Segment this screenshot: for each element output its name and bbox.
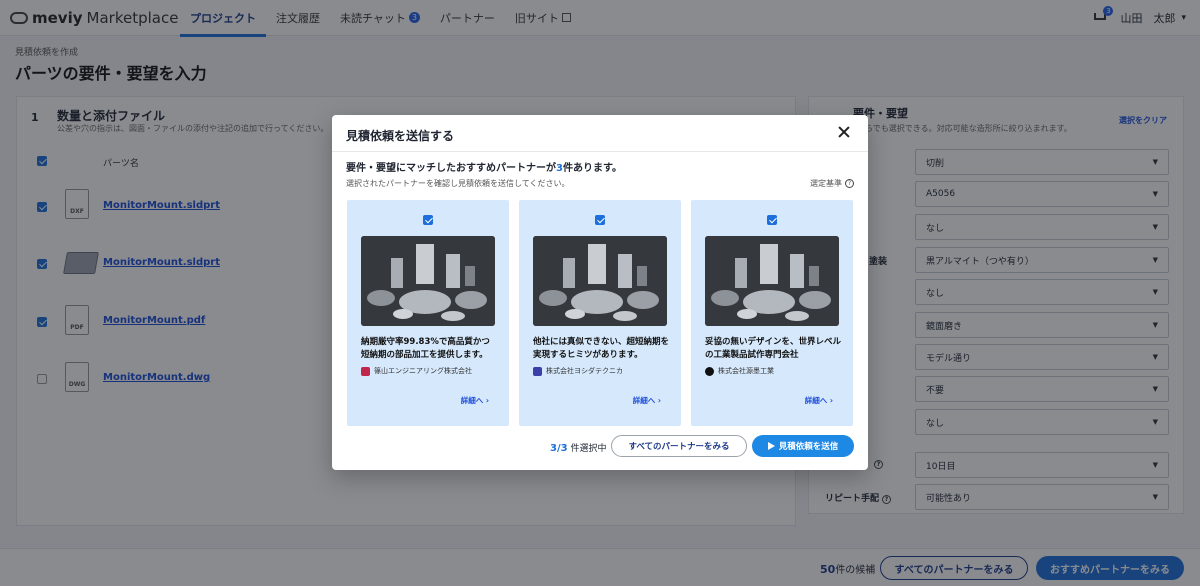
view-all-partners-button[interactable]: すべてのパートナーをみる bbox=[611, 435, 747, 457]
help-icon: ? bbox=[845, 179, 854, 188]
parts-photo bbox=[533, 236, 667, 326]
selection-criteria[interactable]: 選定基準? bbox=[810, 178, 854, 189]
company-logo-icon bbox=[705, 366, 714, 376]
partner-checkbox[interactable] bbox=[595, 215, 605, 225]
send-quote-button[interactable]: 見積依頼を送信 bbox=[752, 435, 854, 457]
partner-company: 株式会社ヨシダテクニカ bbox=[533, 366, 623, 376]
parts-photo bbox=[361, 236, 495, 326]
send-icon bbox=[767, 442, 775, 450]
company-logo-icon bbox=[361, 366, 370, 376]
selected-count: 3/3 件選択中 bbox=[550, 443, 607, 454]
detail-link[interactable]: 詳細へ › bbox=[633, 395, 661, 406]
modal-subtitle: 選択されたパートナーを確認し見積依頼を送信してください。 bbox=[346, 179, 570, 188]
partner-checkbox[interactable] bbox=[767, 215, 777, 225]
partner-card[interactable]: 妥協の無いデザインを、世界レベルの工業製品試作専門会社 株式会社源墨工業 詳細へ… bbox=[691, 200, 853, 426]
detail-link[interactable]: 詳細へ › bbox=[461, 395, 489, 406]
partner-description: 他社には真似できない、超短納期を実現するヒミツがあります。 bbox=[533, 337, 670, 360]
send-quote-modal: 見積依頼を送信する 要件・要望にマッチしたおすすめパートナーが3件あります。 選… bbox=[332, 115, 868, 470]
company-logo-icon bbox=[533, 366, 542, 376]
partner-card[interactable]: 納期厳守率99.83%で高品質かつ短納期の部品加工を提供します。 篠山エンジニア… bbox=[347, 200, 509, 426]
partner-company: 篠山エンジニアリング株式会社 bbox=[361, 366, 472, 376]
partner-company: 株式会社源墨工業 bbox=[705, 366, 774, 376]
partner-checkbox[interactable] bbox=[423, 215, 433, 225]
partner-description: 納期厳守率99.83%で高品質かつ短納期の部品加工を提供します。 bbox=[361, 337, 490, 360]
parts-photo bbox=[705, 236, 839, 326]
modal-divider bbox=[332, 151, 868, 152]
modal-title: 見積依頼を送信する bbox=[346, 129, 455, 143]
modal-lead: 要件・要望にマッチしたおすすめパートナーが3件あります。 bbox=[346, 163, 622, 174]
detail-link[interactable]: 詳細へ › bbox=[805, 395, 833, 406]
partner-description: 妥協の無いデザインを、世界レベルの工業製品試作専門会社 bbox=[705, 337, 842, 360]
partner-card[interactable]: 他社には真似できない、超短納期を実現するヒミツがあります。 株式会社ヨシダテクニ… bbox=[519, 200, 681, 426]
close-icon[interactable] bbox=[838, 126, 850, 138]
